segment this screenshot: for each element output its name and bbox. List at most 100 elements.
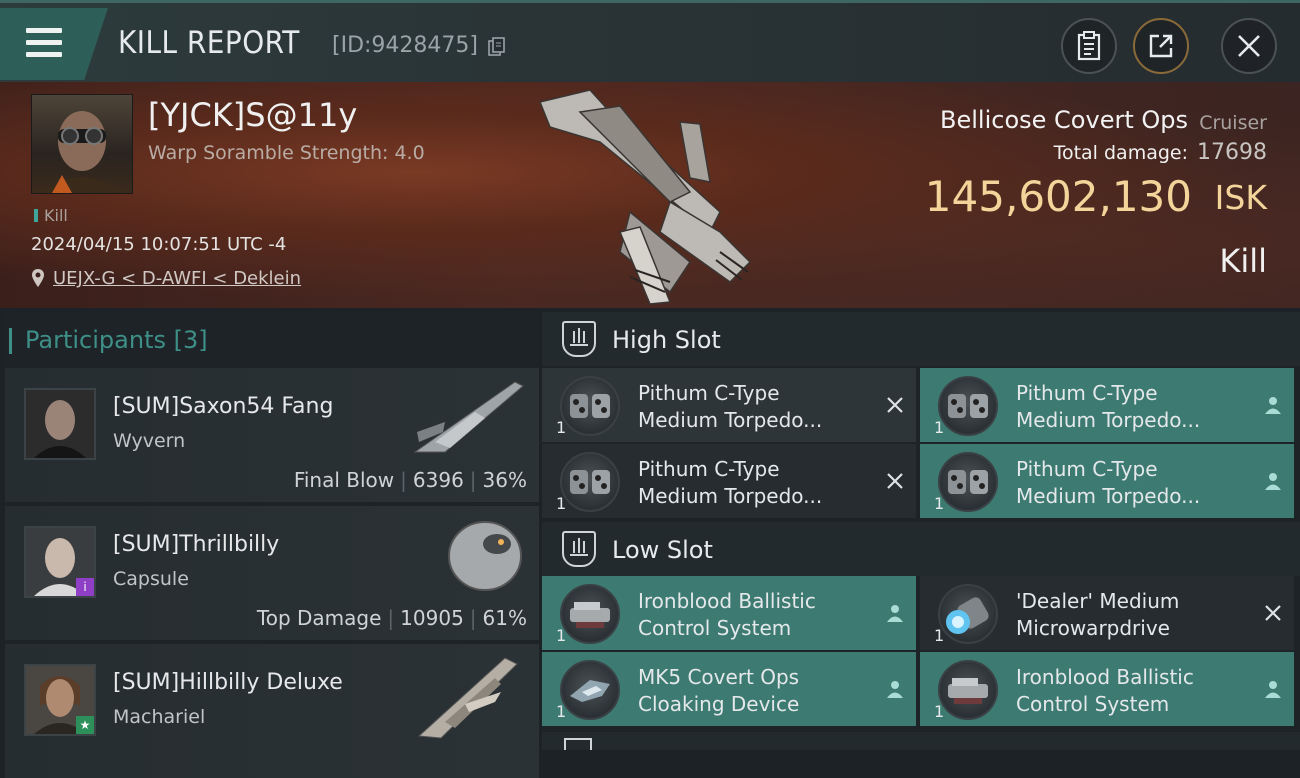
top-bar: KILL REPORT [ID:9428475] (0, 0, 1300, 82)
kill-datetime: 2024/04/15 10:07:51 UTC -4 (31, 234, 287, 255)
module-name: Pithum C-Type Medium Torpedo... (1016, 381, 1201, 432)
module-quantity: 1 (556, 702, 567, 721)
participant-row[interactable]: i [SUM]Thrillbilly Capsule Top Damage | 10… (5, 506, 539, 640)
participant-row[interactable]: [SUM]Saxon54 Fang Wyvern Final Blow | 6396… (5, 368, 539, 502)
microwarpdrive-icon (938, 584, 998, 644)
clipboard-icon (1077, 31, 1101, 61)
clipboard-button[interactable] (1061, 18, 1117, 74)
low-slot-header: Low Slot (542, 522, 1300, 576)
module-item[interactable]: 1 Pithum C-Type Medium Torpedo... (920, 368, 1294, 442)
module-item[interactable]: 1 Pithum C-Type Medium Torpedo... (542, 368, 916, 442)
module-item[interactable]: 1 Pithum C-Type Medium Torpedo... (542, 444, 916, 518)
next-slot-header (542, 732, 1300, 750)
slot-icon (564, 738, 592, 750)
module-quantity: 1 (934, 494, 945, 513)
module-quantity: 1 (934, 418, 945, 437)
participant-damage: 10905 (400, 606, 464, 630)
participant-row[interactable]: ★ [SUM]Hillbilly Deluxe Machariel (5, 644, 539, 778)
person-icon (887, 681, 903, 698)
participants-panel: Participants [3] [SUM]Saxon54 Fang Wyver… (5, 312, 539, 778)
hamburger-icon (26, 28, 62, 64)
torpedo-launcher-icon (938, 452, 998, 512)
module-item[interactable]: 1 Ironblood Ballistic Control System (920, 652, 1294, 726)
report-id: [ID:9428475] (332, 33, 478, 58)
participant-name: [SUM]Thrillbilly (113, 532, 280, 557)
portrait-image (42, 111, 122, 193)
participant-ship: Capsule (113, 568, 189, 590)
person-icon (1265, 681, 1281, 698)
total-damage-label: Total damage: (1053, 142, 1188, 164)
person-icon (887, 605, 903, 622)
victim-ship-class: Cruiser (1199, 112, 1267, 134)
participant-name: [SUM]Saxon54 Fang (113, 394, 334, 419)
participant-damage: 6396 (412, 468, 464, 492)
torpedo-launcher-icon (938, 376, 998, 436)
low-slot-icon (562, 531, 596, 567)
participant-ship-image (448, 521, 522, 591)
share-button[interactable] (1133, 18, 1189, 74)
page-title: KILL REPORT (118, 25, 300, 61)
victim-name[interactable]: [YJCK]S@11y (148, 96, 357, 134)
participant-avatar[interactable]: ★ (24, 664, 96, 736)
cloaking-device-icon (560, 660, 620, 720)
module-name: Pithum C-Type Medium Torpedo... (1016, 457, 1201, 508)
participants-count: [3] (173, 326, 208, 354)
isk-value: 145,602,130 (924, 172, 1192, 221)
module-item[interactable]: 1 Ironblood Ballistic Control System (542, 576, 916, 650)
module-name: Ironblood Ballistic Control System (1016, 665, 1194, 716)
participant-role: Top Damage (256, 606, 382, 630)
location-link[interactable]: UEJX-G < D-AWFI < Deklein (53, 268, 301, 289)
participant-role: Final Blow (293, 468, 395, 492)
participant-percent: 36% (482, 468, 527, 492)
low-slot-title: Low Slot (612, 536, 713, 564)
participant-ship-image (417, 657, 518, 739)
high-slot-header: High Slot (542, 312, 1300, 366)
module-item[interactable]: 1 MK5 Covert Ops Cloaking Device (542, 652, 916, 726)
victim-ship-name[interactable]: Bellicose Covert Ops (940, 106, 1188, 134)
module-name: MK5 Covert Ops Cloaking Device (638, 665, 800, 716)
torpedo-launcher-icon (560, 376, 620, 436)
kill-result-label: Kill (1219, 242, 1267, 280)
high-slot-icon (562, 321, 596, 357)
total-damage-value: 17698 (1197, 140, 1267, 165)
destroyed-icon (1265, 605, 1281, 621)
module-quantity: 1 (556, 418, 567, 437)
participant-stats: Top Damage | 10905 | 61% (256, 606, 527, 630)
participant-percent: 61% (482, 606, 527, 630)
victim-ship-image (538, 89, 752, 305)
destroyed-icon (887, 473, 903, 489)
participant-avatar[interactable]: i (24, 526, 96, 598)
destroyed-icon (887, 397, 903, 413)
menu-button[interactable] (0, 8, 108, 80)
person-icon (1265, 397, 1281, 414)
portrait-image (26, 390, 94, 458)
participant-ship: Wyvern (113, 430, 186, 452)
participants-title: Participants (25, 326, 166, 354)
module-item[interactable]: 1 Pithum C-Type Medium Torpedo... (920, 444, 1294, 518)
participant-stats: Final Blow | 6396 | 36% (293, 468, 527, 492)
participant-name: [SUM]Hillbilly Deluxe (113, 670, 343, 695)
torpedo-launcher-icon (560, 452, 620, 512)
participant-avatar[interactable] (24, 388, 96, 460)
module-quantity: 1 (556, 626, 567, 645)
module-quantity: 1 (934, 626, 945, 645)
high-slot-title: High Slot (612, 326, 721, 354)
star-badge-icon: ★ (76, 716, 94, 734)
info-badge-icon: i (76, 578, 94, 596)
isk-unit: ISK (1214, 178, 1267, 217)
location-pin-icon (32, 269, 44, 287)
module-name: Pithum C-Type Medium Torpedo... (638, 457, 823, 508)
module-item[interactable]: 1 'Dealer' Medium Microwarpdrive (920, 576, 1294, 650)
module-name: 'Dealer' Medium Microwarpdrive (1016, 589, 1180, 640)
close-button[interactable] (1221, 18, 1277, 74)
close-icon (1238, 35, 1260, 57)
fitting-panel: High Slot 1 Pithum C-Type Medium Torpedo.… (542, 312, 1300, 750)
module-quantity: 1 (556, 494, 567, 513)
module-name: Ironblood Ballistic Control System (638, 589, 816, 640)
person-icon (1265, 473, 1281, 490)
victim-avatar[interactable] (31, 94, 133, 194)
kill-type-tag: Kill (34, 206, 68, 225)
copy-icon[interactable] (488, 37, 506, 57)
kill-banner: [YJCK]S@11y Warp Soramble Strength: 4.0 … (0, 82, 1300, 308)
ballistic-control-icon (938, 660, 998, 720)
